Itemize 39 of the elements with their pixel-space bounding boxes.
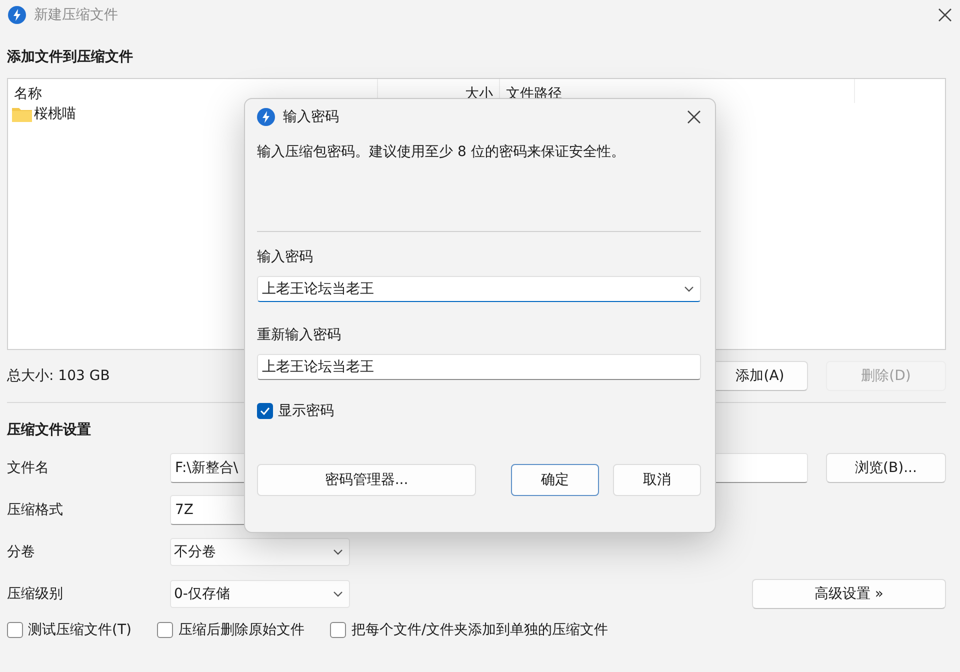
- checkbox[interactable]: [157, 622, 174, 638]
- field-label: 分卷: [7, 543, 36, 561]
- advanced-settings-button[interactable]: 高级设置 »: [752, 579, 946, 609]
- input-field[interactable]: 上老王论坛当老王: [257, 354, 701, 380]
- checkbox[interactable]: [257, 403, 273, 419]
- dialog-button[interactable]: 确定: [511, 464, 599, 496]
- dropdown[interactable]: 不分卷: [170, 538, 350, 566]
- checkbox-label: 把每个文件/文件夹添加到单独的压缩文件: [351, 621, 608, 639]
- checkbox[interactable]: [7, 622, 23, 638]
- field-label: 文件名: [7, 459, 50, 477]
- field-label: 压缩格式: [7, 501, 64, 519]
- folder-icon: [12, 106, 32, 122]
- app-logo-icon: [257, 108, 275, 126]
- chevron-down-icon: [333, 549, 343, 555]
- checkbox-label: 压缩后删除原始文件: [178, 621, 304, 639]
- checkmark-icon: [260, 407, 270, 415]
- section-heading: 添加文件到压缩文件: [7, 48, 134, 66]
- window-title: 新建压缩文件: [34, 6, 119, 24]
- section-heading: 压缩文件设置: [7, 421, 92, 439]
- dialog-description: 输入压缩包密码。建议使用至少 8 位的密码来保证安全性。: [257, 143, 626, 161]
- dropdown[interactable]: 0-仅存储: [170, 580, 350, 608]
- total-size: 总大小: 103 GB: [7, 367, 111, 385]
- field-label: 压缩级别: [7, 585, 64, 603]
- checkbox-label: 测试压缩文件(T): [28, 621, 132, 639]
- file-name[interactable]: 桜桃喵: [34, 105, 76, 123]
- dialog-button[interactable]: 取消: [613, 464, 701, 496]
- checkbox-label: 显示密码: [278, 402, 334, 420]
- close-icon[interactable]: [687, 110, 701, 124]
- dialog-button[interactable]: 密码管理器...: [257, 464, 476, 496]
- dialog-title: 输入密码: [283, 108, 340, 126]
- browse-button[interactable]: 浏览(B)...: [826, 453, 946, 483]
- password-combobox[interactable]: 上老王论坛当老王: [257, 276, 701, 302]
- checkbox[interactable]: [330, 622, 346, 638]
- chevron-down-icon: [333, 591, 343, 597]
- app-logo-icon: [8, 6, 26, 24]
- field-label: 输入密码: [257, 248, 314, 266]
- field-label: 重新输入密码: [257, 326, 342, 344]
- close-icon[interactable]: [938, 8, 952, 22]
- chevron-down-icon: [684, 286, 694, 292]
